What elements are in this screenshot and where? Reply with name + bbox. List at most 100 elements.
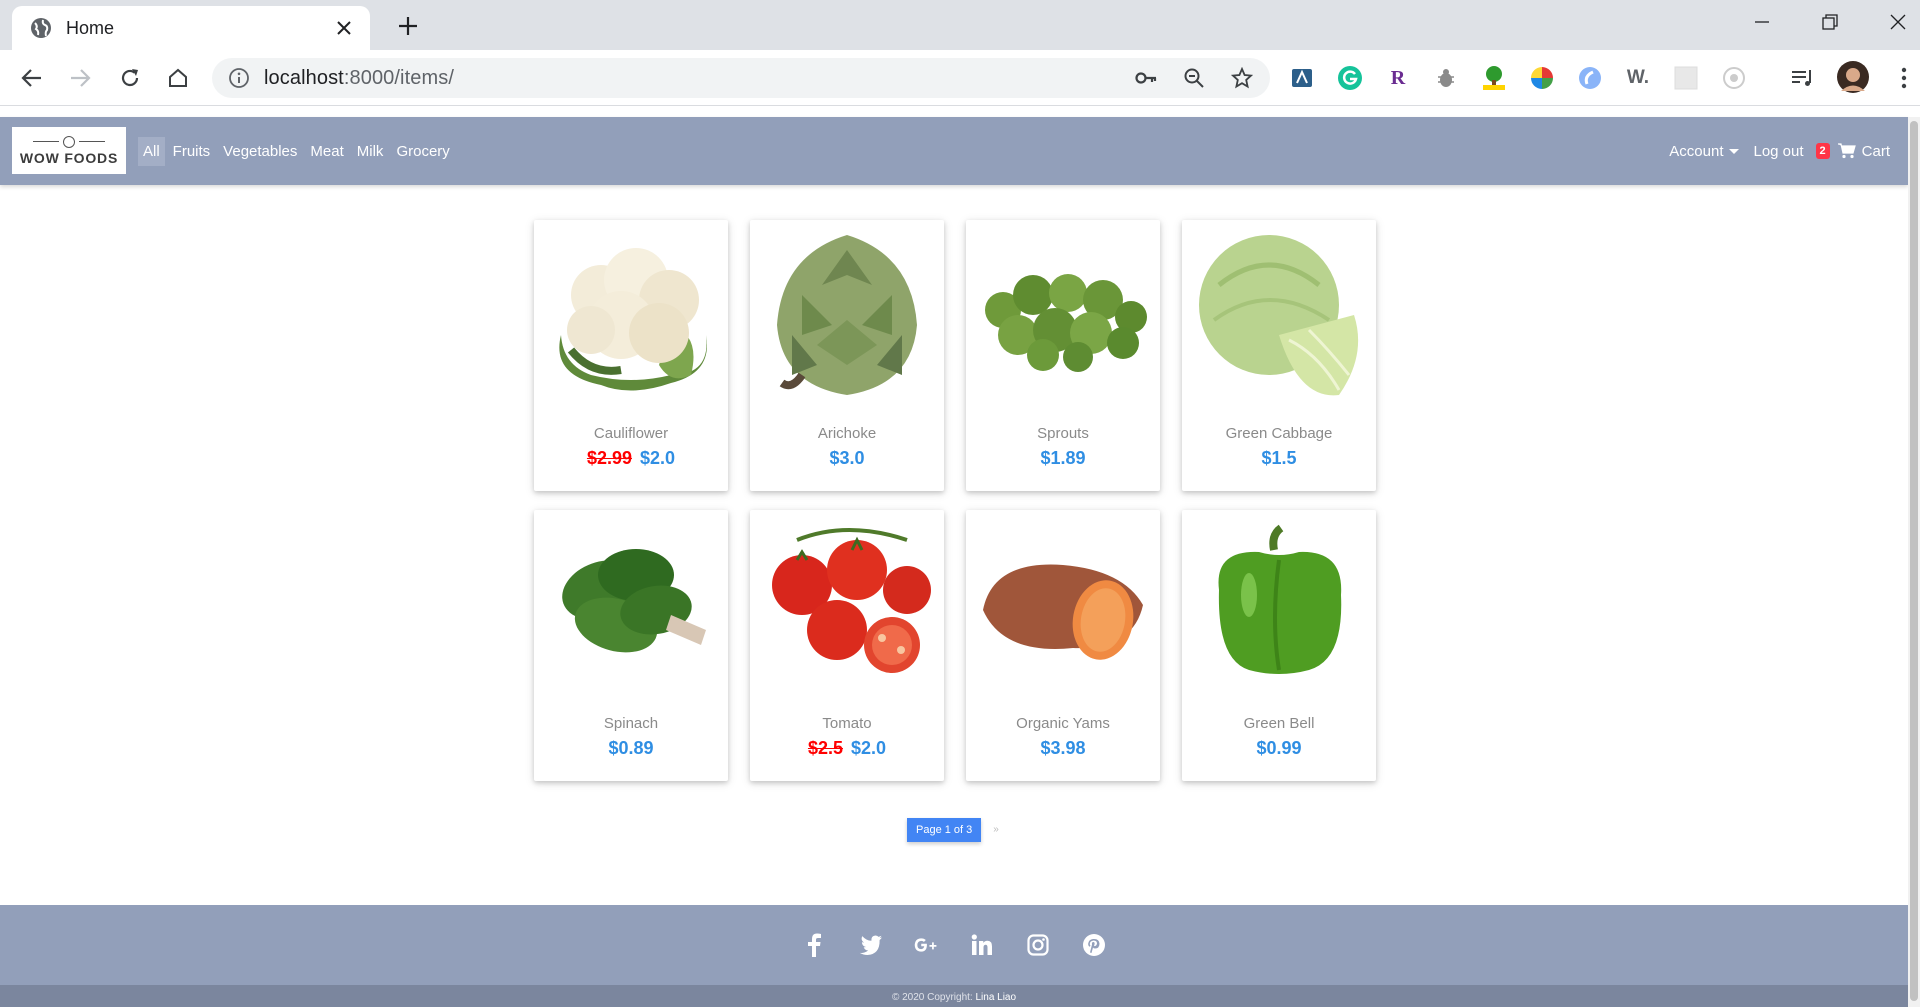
product-price-block: $0.99 [1182,738,1376,759]
nav-meat[interactable]: Meat [305,137,348,166]
extension-grid-icon[interactable] [1672,64,1700,92]
cart-link[interactable]: Cart [1862,143,1890,160]
minimize-button[interactable] [1744,8,1780,36]
url-path: :8000/items/ [343,66,454,89]
profile-avatar[interactable] [1836,60,1870,94]
cabbage-image[interactable] [1182,220,1376,410]
nav-all[interactable]: All [138,136,165,166]
extension-target-icon[interactable] [1720,64,1748,92]
logout-link[interactable]: Log out [1753,143,1803,160]
key-icon[interactable] [1130,62,1162,94]
product-name[interactable]: Green Bell [1182,715,1376,732]
site-logo[interactable]: WOW FOODS [12,127,126,174]
yam-image[interactable] [966,510,1160,700]
product-card-sprouts[interactable]: Sprouts $1.89 [966,220,1160,491]
nav-grocery[interactable]: Grocery [391,137,454,166]
spinach-image[interactable] [534,510,728,700]
tomato-image[interactable] [750,510,944,700]
extension-drop-icon[interactable] [1576,64,1604,92]
sprouts-image[interactable] [966,220,1160,410]
product-card-organic-yams[interactable]: Organic Yams $3.98 [966,510,1160,781]
product-card-arichoke[interactable]: Arichoke $3.0 [750,220,944,491]
color-wheel-icon[interactable] [1528,64,1556,92]
page-scrollbar[interactable] [1908,117,1920,1007]
product-price: $3.98 [1040,738,1086,758]
twitter-icon[interactable] [857,932,883,958]
google-plus-icon[interactable] [913,932,939,958]
media-queue-icon[interactable] [1788,64,1816,92]
reload-button[interactable] [114,62,146,94]
product-card-spinach[interactable]: Spinach $0.89 [534,510,728,781]
product-price-block: $1.5 [1182,448,1376,469]
nav-right: Account Log out 2 Cart [1669,117,1890,185]
globe-icon [30,17,52,39]
product-name[interactable]: Sprouts [966,425,1160,442]
product-price: $3.0 [829,448,865,468]
old-price: $2.5 [807,738,843,758]
bell-pepper-image[interactable] [1182,510,1376,700]
restore-button[interactable] [1812,8,1848,36]
product-card-cauliflower[interactable]: Cauliflower $2.99 $2.0 [534,220,728,491]
site-navbar: WOW FOODS All Fruits Vegetables Meat Mil… [0,117,1908,185]
pinterest-icon[interactable] [1081,932,1107,958]
forward-button[interactable] [64,62,96,94]
product-price-block: $3.0 [750,448,944,469]
extension-a-icon[interactable] [1288,64,1316,92]
account-dropdown[interactable]: Account [1669,143,1740,160]
product-name[interactable]: Spinach [534,715,728,732]
info-icon[interactable] [228,67,250,89]
product-price: $2.0 [640,448,676,468]
product-name[interactable]: Arichoke [750,425,944,442]
extension-w-icon[interactable]: W. [1624,64,1652,92]
address-bar[interactable]: localhost:8000/items/ [212,58,1270,98]
next-page-link[interactable]: » [993,824,999,835]
nav-vegetables[interactable]: Vegetables [218,137,302,166]
logo-mark [33,135,105,148]
url-host: localhost [264,66,344,89]
new-tab-button[interactable] [394,12,422,40]
product-price: $0.99 [1256,738,1302,758]
category-nav: All Fruits Vegetables Meat Milk Grocery [138,117,458,185]
bookmark-star-icon[interactable] [1226,62,1258,94]
cart-icon[interactable] [1837,143,1856,159]
product-price-block: $1.89 [966,448,1160,469]
product-card-tomato[interactable]: Tomato $2.5 $2.0 [750,510,944,781]
caret-down-icon [1729,148,1740,154]
nav-milk[interactable]: Milk [352,137,389,166]
product-price: $1.5 [1261,448,1297,468]
close-window-button[interactable] [1880,8,1916,36]
tab-title: Home [66,17,115,38]
bug-icon[interactable] [1432,64,1460,92]
zoom-icon[interactable] [1178,62,1210,94]
product-price-block: $2.99 $2.0 [534,448,728,469]
author-link[interactable]: Lina Liao [975,992,1016,1003]
site-footer [0,905,1908,985]
grammarly-icon[interactable] [1336,64,1364,92]
back-button[interactable] [16,62,48,94]
close-tab-icon[interactable] [332,16,356,40]
browser-toolbar: localhost:8000/items/ R W. [0,50,1920,106]
tree-icon[interactable] [1480,64,1508,92]
product-card-green-cabbage[interactable]: Green Cabbage $1.5 [1182,220,1376,491]
cauliflower-image[interactable] [534,220,728,410]
extension-r-icon[interactable]: R [1384,64,1412,92]
browser-tab[interactable]: Home [12,6,370,50]
product-name[interactable]: Organic Yams [966,715,1160,732]
product-name[interactable]: Green Cabbage [1182,425,1376,442]
cart-count-badge: 2 [1815,143,1830,159]
instagram-icon[interactable] [1025,932,1051,958]
home-button[interactable] [162,62,194,94]
browser-menu-icon[interactable] [1890,64,1918,92]
nav-fruits[interactable]: Fruits [168,137,216,166]
product-name[interactable]: Tomato [750,715,944,732]
product-price-block: $0.89 [534,738,728,759]
old-price: $2.99 [586,448,632,468]
facebook-icon[interactable] [801,932,827,958]
scroll-thumb[interactable] [1910,121,1918,1001]
linkedin-icon[interactable] [969,932,995,958]
artichoke-image[interactable] [750,220,944,410]
page-indicator[interactable]: Page 1 of 3 [907,817,982,842]
product-name[interactable]: Cauliflower [534,425,728,442]
product-card-green-bell[interactable]: Green Bell $0.99 [1182,510,1376,781]
logo-text: WOW FOODS [19,149,119,166]
